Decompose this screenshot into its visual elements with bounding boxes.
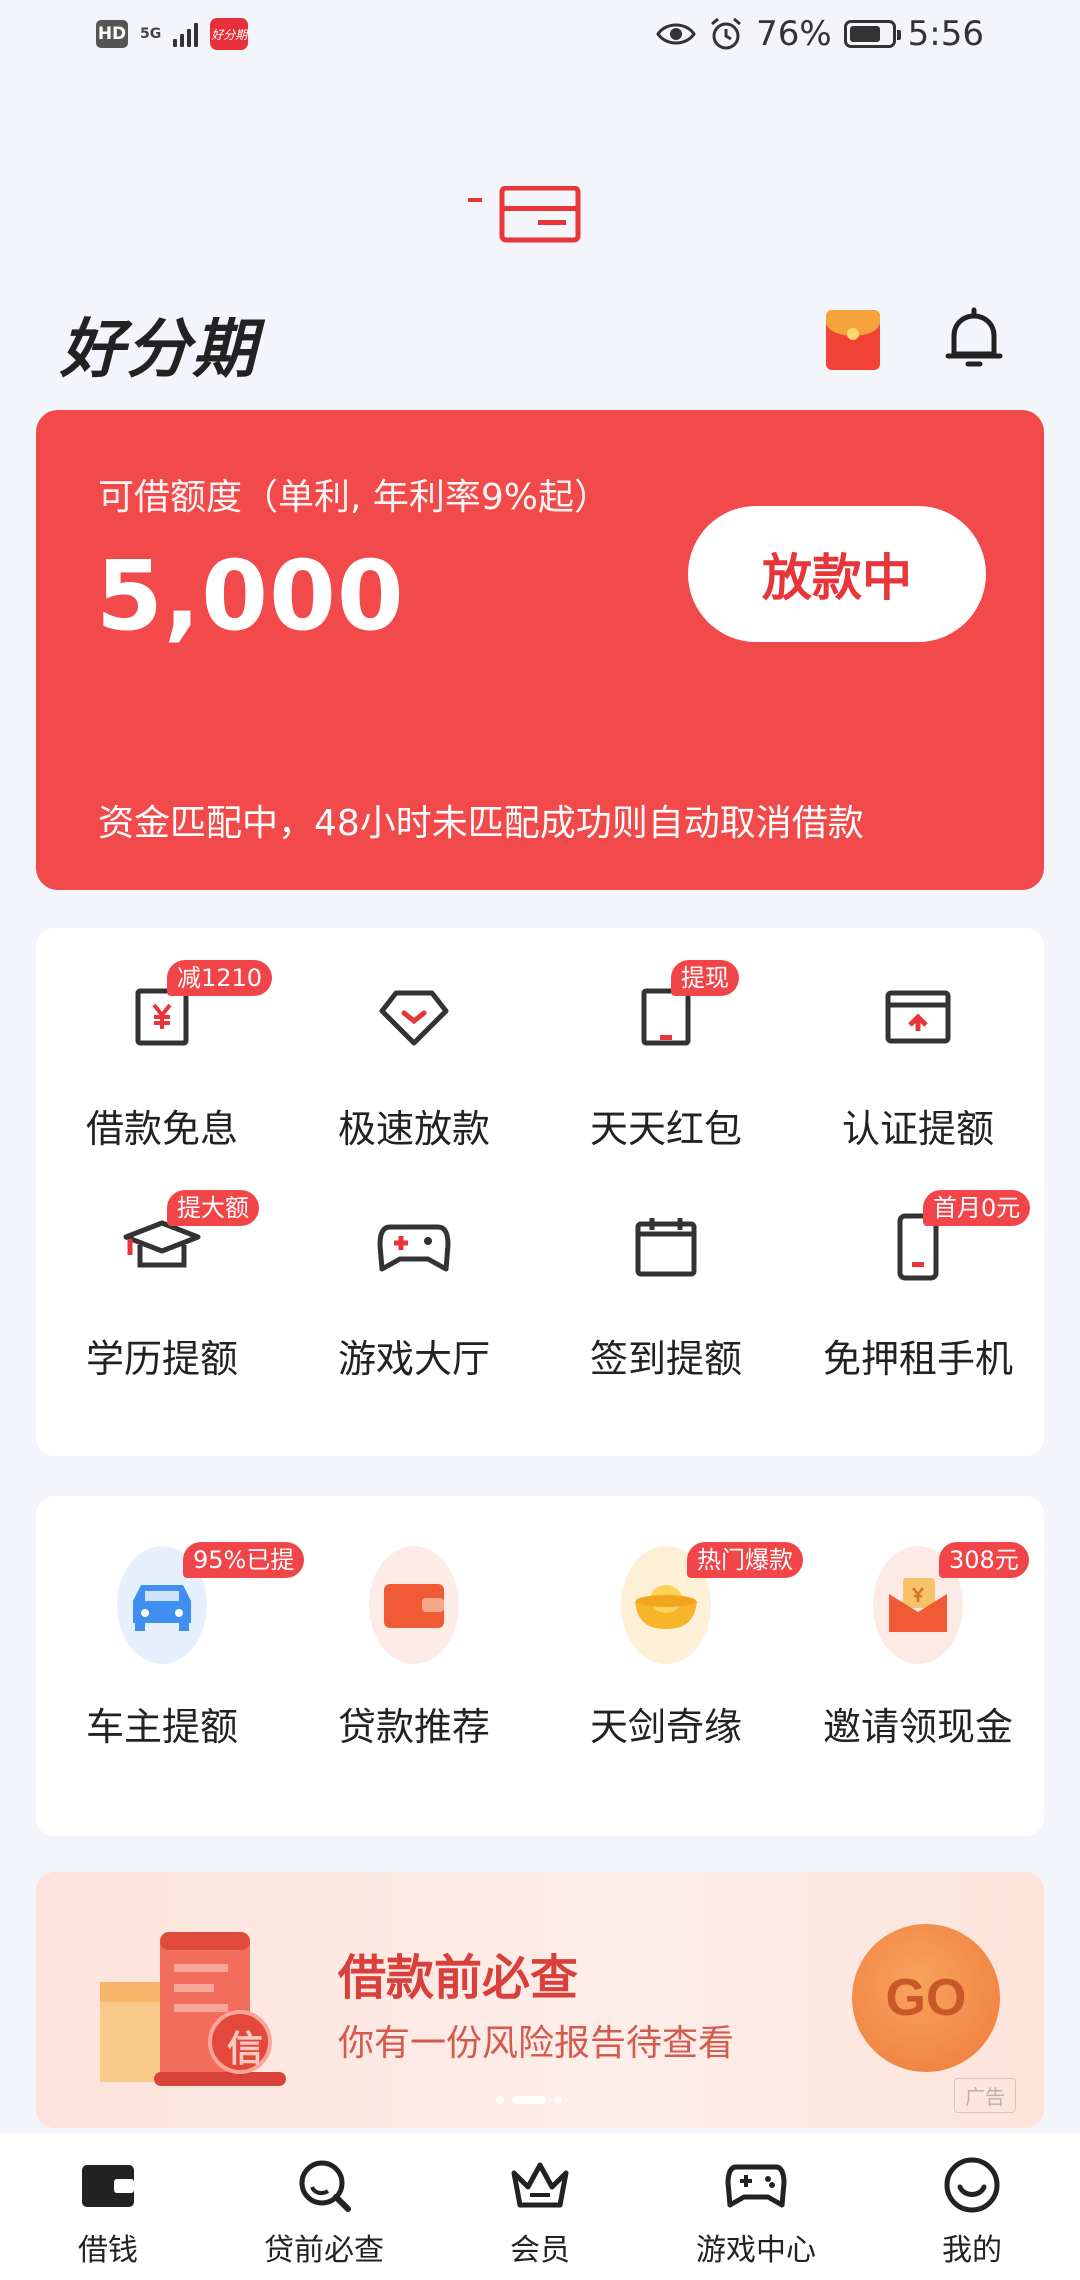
carousel-indicator [496, 2096, 562, 2104]
grid-badge: 热门爆款 [687, 1542, 803, 1578]
grid-label: 天剑奇缘 [589, 1705, 742, 1749]
calendar-icon [635, 1218, 697, 1277]
carousel-dot[interactable] [496, 2096, 504, 2104]
grid-label: 签到提额 [589, 1337, 742, 1381]
grid-item-verify-raise[interactable]: 认证提额 [792, 928, 1044, 1158]
grid-item-daily-red-packet[interactable]: 提现 天天红包 [540, 928, 792, 1158]
grid-label: 天天红包 [589, 1107, 742, 1151]
app-logo: 好分期 [60, 313, 258, 387]
credit-report-illustration [100, 1932, 286, 2086]
disbursing-button[interactable]: 放款中 [688, 506, 986, 642]
grid-item-fast-loan[interactable]: 极速放款 [288, 928, 540, 1158]
carousel-dot[interactable] [554, 2096, 562, 2104]
car-icon [133, 1585, 191, 1631]
tab-label: 会员 [510, 2233, 570, 2268]
battery-percent: 76% [756, 14, 832, 54]
quota-amount: 5,000 [96, 540, 405, 652]
quota-label: 可借额度（单利, 年利率9%起） [98, 477, 610, 518]
grid-item-interest-free[interactable]: 减1210 借款免息 [36, 928, 288, 1158]
tab-game-center[interactable]: 游戏中心 [648, 2133, 864, 2280]
tab-label: 游戏中心 [696, 2233, 816, 2268]
grid-badge: 提现 [671, 960, 739, 996]
smile-icon [944, 2157, 1000, 2213]
tab-mine[interactable]: 我的 [864, 2133, 1080, 2280]
status-bar: HD 5G 好分期 76% 5:56 [0, 0, 1080, 72]
battery-icon [843, 20, 901, 48]
gold-ingot-icon [635, 1585, 697, 1629]
wallet-icon [82, 2165, 134, 2207]
tab-borrow[interactable]: 借钱 [0, 2133, 216, 2280]
status-right: 76% 5:56 [656, 14, 984, 54]
feature-grid: 减1210 借款免息 极速放款 提现 天天红包 认证提额 提大额 学历提额 游戏… [36, 928, 1044, 1456]
grid-item-education-raise[interactable]: 提大额 学历提额 [36, 1158, 288, 1388]
grid-label: 车主提额 [85, 1705, 238, 1749]
carousel-dot-active[interactable] [512, 2096, 546, 2104]
grid-label: 免押租手机 [822, 1337, 1013, 1381]
card-deco-icon [468, 186, 581, 243]
card-upload-icon [885, 990, 951, 1044]
grid-label: 认证提额 [841, 1107, 994, 1151]
search-icon [299, 2160, 351, 2212]
grid-label: 游戏大厅 [337, 1337, 490, 1381]
grid-badge: 提大额 [167, 1190, 259, 1226]
tab-membership[interactable]: 会员 [432, 2133, 648, 2280]
grid-item-game-hall[interactable]: 游戏大厅 [288, 1158, 540, 1388]
diamond-icon [379, 990, 449, 1046]
quota-note: 资金匹配中，48小时未匹配成功则自动取消借款 [98, 803, 864, 844]
grid-item-phone-rental[interactable]: 首月0元 免押租手机 [792, 1158, 1044, 1388]
gamepad-icon [377, 1224, 451, 1272]
signal-icon [173, 21, 199, 47]
wallet-icon [384, 1584, 444, 1628]
banner-title: 借款前必查 [338, 1950, 579, 2006]
grid-label: 极速放款 [337, 1107, 490, 1151]
credit-report-banner[interactable]: 信 借款前必查 你有一份风险报告待查看 GO 广告 [36, 1872, 1044, 2128]
grid-badge: 首月0元 [923, 1190, 1031, 1226]
grid-item-car-owner[interactable]: 95%已提 车主提额 [36, 1524, 305, 1754]
battery-fill [849, 26, 881, 42]
quota-card: 可借额度（单利, 年利率9%起） 5,000 放款中 资金匹配中，48小时未匹配… [36, 410, 1044, 890]
gamepad-icon [725, 2164, 787, 2208]
tab-label: 借钱 [78, 2233, 138, 2268]
tab-label: 贷前必查 [264, 2233, 384, 2268]
grid-label: 学历提额 [85, 1337, 238, 1381]
clock: 5:56 [907, 14, 984, 54]
banner-subtitle: 你有一份风险报告待查看 [338, 2023, 735, 2064]
bottom-tab-bar: 借钱 贷前必查 会员 游戏中心 我的 [0, 2132, 1080, 2280]
credit-stamp-text: 信 [226, 2029, 263, 2070]
status-left: HD 5G 好分期 [96, 18, 249, 50]
ad-label: 广告 [954, 2078, 1016, 2113]
eye-icon [656, 23, 696, 45]
grid-badge: 减1210 [167, 960, 273, 996]
grid-badge: 308元 [939, 1542, 1029, 1578]
go-button[interactable]: GO [852, 1924, 1000, 2072]
grid-label: 邀请领现金 [822, 1705, 1013, 1749]
app-notification-icon: 好分期 [210, 18, 249, 50]
tab-pre-loan-check[interactable]: 贷前必查 [216, 2133, 432, 2280]
tab-label: 我的 [942, 2233, 1002, 2268]
grid-label: 贷款推荐 [337, 1705, 490, 1749]
grid-label: 借款免息 [85, 1107, 238, 1151]
grid-item-tianjian-game[interactable]: 热门爆款 天剑奇缘 [540, 1524, 803, 1754]
hd-icon: HD [96, 20, 128, 48]
cash-envelope-icon [889, 1578, 947, 1632]
promo-grid: 95%已提 车主提额 贷款推荐 热门爆款 天剑奇缘 308元 邀请领现金 [36, 1496, 1044, 1836]
bell-icon[interactable] [942, 306, 1006, 372]
network-type: 5G [140, 26, 162, 42]
red-packet-icon[interactable] [826, 310, 880, 370]
crown-icon [511, 2162, 569, 2208]
grid-item-loan-recommend[interactable]: 贷款推荐 [288, 1524, 540, 1754]
grid-item-invite-cash[interactable]: 308元 邀请领现金 [792, 1524, 1044, 1754]
alarm-icon [711, 17, 742, 50]
grid-item-checkin-raise[interactable]: 签到提额 [540, 1158, 792, 1388]
grid-badge: 95%已提 [183, 1542, 305, 1578]
